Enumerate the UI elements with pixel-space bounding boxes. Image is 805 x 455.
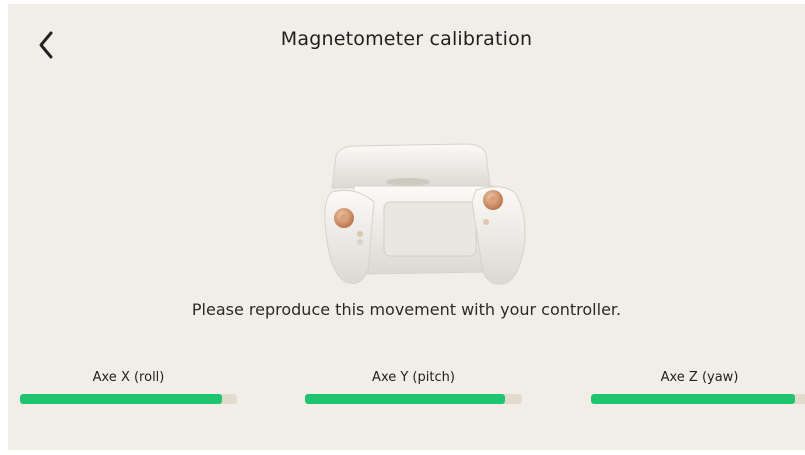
axis-y-bar — [305, 394, 522, 404]
controller-illustration — [324, 143, 526, 285]
axis-y-label: Axe Y (pitch) — [372, 370, 455, 385]
axis-z-bar — [591, 394, 805, 404]
axis-x-progress: Axe X (roll) — [20, 368, 237, 404]
axis-z-label: Axe Z (yaw) — [660, 370, 739, 385]
axis-x-bar — [20, 394, 237, 404]
instruction-text: Please reproduce this movement with your… — [191, 300, 622, 319]
axis-x-bar-fill — [20, 394, 222, 404]
axis-x-label: Axe X (roll) — [92, 370, 165, 385]
axis-y-progress: Axe Y (pitch) — [305, 368, 522, 404]
calibration-screen: Magnetometer calibration Please reproduc… — [8, 4, 805, 450]
axis-z-progress: Axe Z (yaw) — [591, 368, 805, 404]
axis-z-bar-fill — [591, 394, 795, 404]
axis-y-bar-fill — [305, 394, 505, 404]
page-title: Magnetometer calibration — [280, 28, 533, 50]
